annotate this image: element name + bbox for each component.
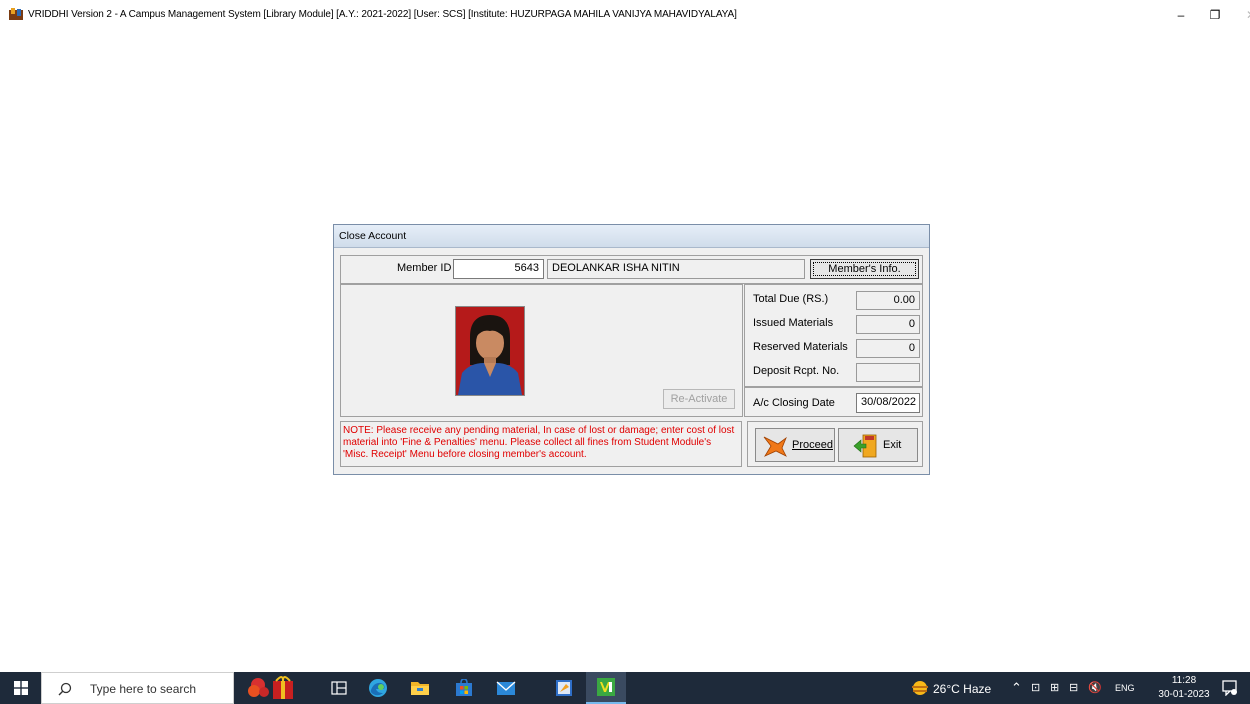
- tray-device-icon[interactable]: ⊡: [1031, 681, 1040, 694]
- total-due-label: Total Due (RS.): [753, 293, 829, 305]
- member-id-field[interactable]: 5643: [453, 259, 544, 279]
- notifications-icon[interactable]: [1222, 680, 1238, 696]
- closing-date-panel: A/c Closing Date 30/08/2022: [744, 387, 923, 417]
- reserved-materials-field: 0: [856, 339, 920, 358]
- taskbar-search-box[interactable]: Type here to search: [41, 672, 234, 704]
- member-id-label: Member ID: [397, 262, 452, 274]
- closing-date-field[interactable]: 30/08/2022: [856, 393, 920, 413]
- exit-button[interactable]: Exit: [838, 428, 918, 462]
- total-due-field: 0.00: [856, 291, 920, 310]
- reserved-materials-label: Reserved Materials: [753, 341, 848, 353]
- close-button[interactable]: ✕: [1228, 0, 1250, 30]
- members-info-button[interactable]: Member's Info.: [810, 259, 919, 279]
- close-account-dialog: Close Account Member ID 5643 DEOLANKAR I…: [333, 224, 930, 475]
- proceed-arrow-icon: [763, 436, 787, 457]
- window-title: VRIDDHI Version 2 - A Campus Management …: [28, 9, 737, 20]
- member-name-field: DEOLANKAR ISHA NITIN: [547, 259, 805, 279]
- note-panel: NOTE: Please receive any pending materia…: [340, 421, 742, 467]
- deposit-receipt-label: Deposit Rcpt. No.: [753, 365, 840, 377]
- dialog-title: Close Account: [339, 230, 407, 242]
- clock-time[interactable]: 11:28: [1164, 675, 1204, 686]
- member-row-panel: Member ID 5643 DEOLANKAR ISHA NITIN Memb…: [340, 255, 923, 284]
- edge-icon[interactable]: [358, 672, 398, 704]
- taskbar: Type here to search 26°C Haze ⌃ ⊡ ⊞ ⊟ 🔇 …: [0, 672, 1250, 704]
- tray-display-icon[interactable]: ⊟: [1069, 681, 1078, 694]
- member-photo: [455, 306, 525, 396]
- weather-text[interactable]: 26°C Haze: [933, 682, 991, 696]
- task-view-icon[interactable]: [320, 672, 358, 704]
- member-photo-image: [456, 307, 524, 395]
- window-title-bar: VRIDDHI Version 2 - A Campus Management …: [0, 0, 1250, 30]
- issued-materials-label: Issued Materials: [753, 317, 834, 329]
- proceed-label: Proceed: [792, 439, 833, 451]
- volume-muted-icon[interactable]: 🔇: [1088, 681, 1102, 694]
- deposit-receipt-field: [856, 363, 920, 382]
- issued-materials-field: 0: [856, 315, 920, 334]
- reactivate-button[interactable]: Re-Activate: [663, 389, 735, 409]
- tray-network-icon[interactable]: ⊞: [1050, 681, 1059, 694]
- dialog-title-bar: Close Account: [334, 225, 929, 248]
- clock-date[interactable]: 30-01-2023: [1149, 689, 1219, 700]
- vriddhi-icon[interactable]: [586, 672, 626, 704]
- language-indicator[interactable]: ENG: [1115, 683, 1135, 693]
- windows-start-icon[interactable]: [0, 672, 41, 704]
- photo-panel: Re-Activate: [340, 284, 743, 417]
- widgets-icon[interactable]: [242, 672, 302, 704]
- store-icon[interactable]: [444, 672, 484, 704]
- exit-label: Exit: [883, 439, 902, 451]
- proceed-button[interactable]: Proceed: [755, 428, 835, 462]
- action-buttons-panel: Proceed Exit: [747, 421, 923, 467]
- weather-sun-icon[interactable]: [910, 679, 930, 697]
- mail-icon[interactable]: [486, 672, 526, 704]
- search-icon: [58, 682, 72, 696]
- note-text: NOTE: Please receive any pending materia…: [343, 425, 735, 460]
- account-summary-panel: Total Due (RS.) 0.00 Issued Materials 0 …: [744, 284, 923, 387]
- chevron-up-icon[interactable]: ⌃: [1011, 680, 1022, 696]
- exit-door-icon: [853, 434, 877, 458]
- app-logo-icon: [9, 8, 23, 20]
- app-icon[interactable]: [544, 672, 584, 704]
- search-placeholder: Type here to search: [90, 682, 197, 696]
- closing-date-label: A/c Closing Date: [753, 397, 835, 409]
- file-explorer-icon[interactable]: [400, 672, 440, 704]
